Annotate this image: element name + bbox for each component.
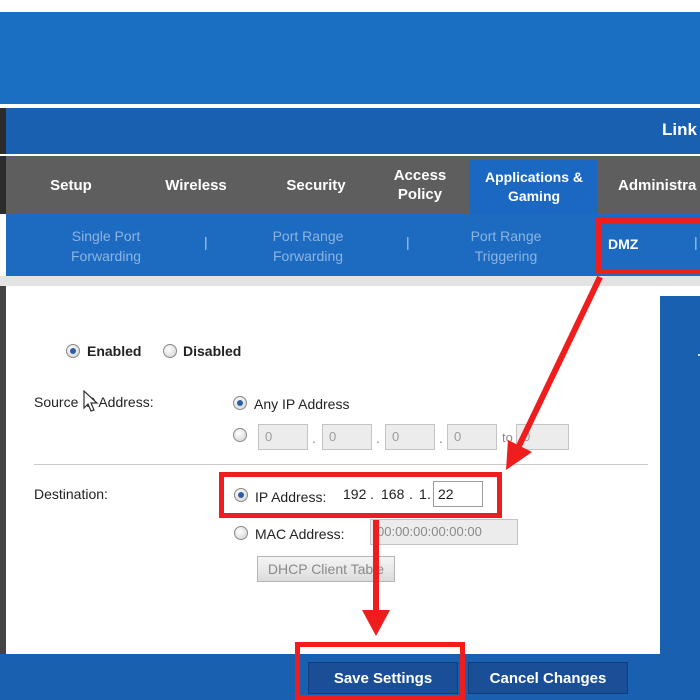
dest-mac-label: MAC Address: (255, 526, 345, 542)
subtab-port-range-forwarding[interactable]: Port Range Forwarding (258, 226, 358, 266)
range-octet-3[interactable]: 0 (385, 424, 435, 450)
range-octet-4[interactable]: 0 (447, 424, 497, 450)
range-octet-2[interactable]: 0 (322, 424, 372, 450)
enabled-label: Enabled (87, 343, 142, 359)
tab-administration[interactable]: Administra (612, 156, 700, 214)
enabled-radio[interactable] (66, 344, 80, 358)
disabled-radio[interactable] (163, 344, 177, 358)
cancel-changes-button[interactable]: Cancel Changes (468, 662, 628, 694)
tab-security[interactable]: Security (278, 156, 354, 214)
disabled-label: Disabled (183, 343, 242, 359)
tab-setup[interactable]: Setup (36, 156, 106, 214)
subtab-separator: | (406, 234, 410, 250)
save-settings-highlight-box (295, 642, 465, 700)
dmz-highlight-box (596, 218, 700, 274)
range-to-label: to (502, 430, 513, 445)
mouse-cursor-icon (83, 390, 99, 412)
section-divider (34, 464, 648, 465)
ip-address-highlight-box (219, 472, 502, 518)
right-panel (660, 296, 700, 700)
subtab-port-range-triggering[interactable]: Port Range Triggering (456, 226, 556, 266)
destination-label: Destination: (34, 486, 108, 502)
mac-address-input[interactable]: 00:00:00:00:00:00 (370, 519, 518, 545)
subtab-separator: | (204, 234, 208, 250)
range-octet-1[interactable]: 0 (258, 424, 308, 450)
dest-mac-radio[interactable] (234, 526, 248, 540)
tab-access-policy[interactable]: Access Policy (384, 156, 456, 214)
brand-title: Link (662, 120, 697, 139)
left-edge (0, 156, 6, 214)
content-top-border (0, 276, 700, 286)
top-frame (0, 0, 700, 12)
subtab-single-port-forwarding[interactable]: Single Port Forwarding (56, 226, 156, 266)
header-banner (0, 12, 700, 104)
ip-range-radio[interactable] (233, 428, 247, 442)
tab-wireless[interactable]: Wireless (156, 156, 236, 214)
main-nav-tabs: Setup Wireless Security Access Policy Ap… (0, 156, 700, 214)
dot-separator: . (439, 430, 443, 446)
any-ip-radio[interactable] (233, 396, 247, 410)
any-ip-label: Any IP Address (254, 396, 350, 412)
dot-separator: . (376, 430, 380, 446)
left-edge (0, 108, 6, 154)
brand-bar: Link (0, 108, 700, 154)
range-to-field[interactable]: 0 (516, 424, 569, 450)
tab-applications-gaming[interactable]: Applications & Gaming (470, 160, 598, 214)
dhcp-client-table-button[interactable]: DHCP Client Table (257, 556, 395, 582)
dot-separator: . (312, 430, 316, 446)
